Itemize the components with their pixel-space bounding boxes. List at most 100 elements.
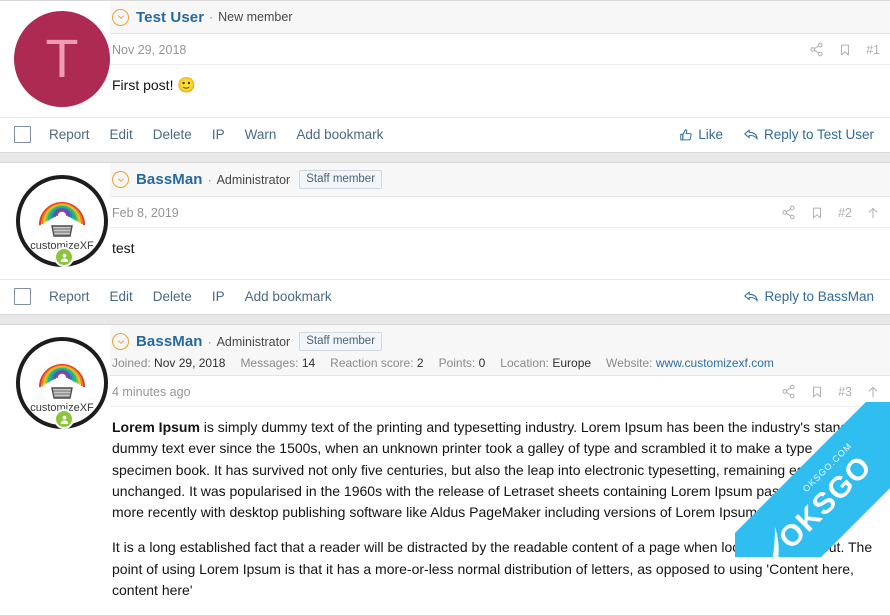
post-number-link[interactable]: #3 <box>838 385 852 399</box>
post-footer-actions: Report Edit Delete IP Warn Add bookmark Like Re… <box>0 117 890 152</box>
author-stat: Messages: 14 <box>240 356 315 370</box>
separator: · <box>207 334 212 349</box>
post-author-name[interactable]: BassMan <box>136 171 203 188</box>
post-action-ip[interactable]: IP <box>212 127 225 142</box>
post-attribution-icons: #1 <box>809 42 880 57</box>
post-action-delete[interactable]: Delete <box>153 289 192 304</box>
post-moderation-actions: Report Edit Delete IP Add bookmark <box>14 288 352 305</box>
post-user-header-row: BassMan · Administrator Staff member <box>112 170 383 189</box>
user-menu-chevron-icon[interactable] <box>112 171 129 188</box>
author-stat-value: 0 <box>478 356 486 370</box>
author-stat: Reaction score: 2 <box>330 356 423 370</box>
staff-member-badge: Staff member <box>299 170 383 189</box>
bookmark-icon[interactable] <box>810 385 824 399</box>
author-stat-label: Reaction score: <box>330 356 414 370</box>
post-text-bold: Lorem Ipsum <box>112 419 200 435</box>
like-button[interactable]: Like <box>679 127 723 142</box>
post-reaction-actions: Like Reply to Test User <box>679 127 874 142</box>
reply-button-label: Reply to Test User <box>763 127 874 142</box>
post-date[interactable]: 4 minutes ago <box>112 385 191 399</box>
post-paragraph: It is a long established fact that a rea… <box>112 537 874 601</box>
post-number-link[interactable]: #1 <box>866 43 880 57</box>
bookmark-icon[interactable] <box>810 206 824 220</box>
post-action-edit[interactable]: Edit <box>110 289 133 304</box>
post-date[interactable]: Nov 29, 2018 <box>112 43 186 57</box>
arrow-up-icon[interactable] <box>866 206 880 220</box>
post-user-cell: T <box>0 1 110 117</box>
reply-button[interactable]: Reply to BassMan <box>743 289 874 304</box>
like-button-label: Like <box>698 127 723 142</box>
chevron-down-icon <box>117 339 124 344</box>
author-stat-value: 2 <box>416 356 424 370</box>
author-stat-label: Points: <box>438 356 476 370</box>
author-stat: Joined: Nov 29, 2018 <box>112 356 225 370</box>
post-action-warn[interactable]: Warn <box>245 127 277 142</box>
author-stat-value: Nov 29, 2018 <box>154 356 226 370</box>
post-user-cell: customizeXF <box>0 163 110 279</box>
post-select-checkbox[interactable] <box>14 126 31 143</box>
bookmark-icon[interactable] <box>838 43 852 57</box>
post-attribution-row: Feb 8, 2019 #2 <box>110 197 890 228</box>
post-body: First post! 🙂 <box>110 65 874 112</box>
post-paragraph: test <box>112 238 874 259</box>
post-user-header-row: Test User · New member <box>112 8 293 26</box>
avatar-letter: T <box>14 11 110 107</box>
post-paragraph: Lorem Ipsum is simply dummy text of the … <box>112 417 874 523</box>
avatar[interactable]: T <box>14 11 110 107</box>
separator: · <box>209 10 214 24</box>
post-action-edit[interactable]: Edit <box>110 127 133 142</box>
online-person-icon <box>60 415 68 424</box>
post-date[interactable]: Feb 8, 2019 <box>112 206 179 220</box>
author-stat: Location: Europe <box>500 356 591 370</box>
share-icon[interactable] <box>781 205 796 220</box>
post-inner: customizeXF BassMan · Administrator Staff me… <box>0 325 890 615</box>
post-user-cell: customizeXF <box>0 325 110 441</box>
thread-post-list: T Test User · New member Nov 29, 2018 #1 First… <box>0 0 890 616</box>
author-stat: Points: 0 <box>439 356 486 370</box>
post-reaction-actions: Reply to BassMan <box>743 289 874 304</box>
post-action-add-bookmark[interactable]: Add bookmark <box>245 289 332 304</box>
post-number-link[interactable]: #2 <box>838 206 852 220</box>
separator: · <box>207 172 212 187</box>
author-website-link[interactable]: www.customizexf.com <box>656 356 774 370</box>
user-menu-chevron-icon[interactable] <box>112 333 129 350</box>
post-body: Lorem Ipsum is simply dummy text of the … <box>110 407 874 615</box>
post-select-checkbox[interactable] <box>14 288 31 305</box>
chevron-down-icon <box>117 15 124 19</box>
share-icon[interactable] <box>809 42 824 57</box>
post-author-title: New member <box>218 10 293 24</box>
post-inner: customizeXF BassMan · Administrator Staff me… <box>0 163 890 279</box>
reply-button[interactable]: Reply to Test User <box>743 127 874 142</box>
post-text: It is a long established fact that a rea… <box>112 539 873 598</box>
post-action-report[interactable]: Report <box>49 289 90 304</box>
post-text: First post! <box>112 77 178 93</box>
post-action-ip[interactable]: IP <box>212 289 225 304</box>
post-action-add-bookmark[interactable]: Add bookmark <box>296 127 383 142</box>
avatar[interactable]: customizeXF <box>14 173 110 269</box>
avatar[interactable]: customizeXF <box>14 335 110 431</box>
post-user-header: BassMan · Administrator Staff member <box>110 163 890 197</box>
post-action-delete[interactable]: Delete <box>153 127 192 142</box>
post-attribution-icons: #2 <box>781 205 880 220</box>
staff-member-badge: Staff member <box>299 332 383 351</box>
post-author-name[interactable]: Test User <box>136 9 204 26</box>
post-body: test <box>110 228 874 273</box>
online-status-indicator <box>54 409 74 429</box>
post-inner: T Test User · New member Nov 29, 2018 #1 First… <box>0 1 890 117</box>
post-content-cell: BassMan · Administrator Staff member Joined:… <box>110 325 890 615</box>
post-author-name[interactable]: BassMan <box>136 333 203 350</box>
arrow-up-icon[interactable] <box>866 385 880 399</box>
author-stat-value: Europe <box>552 356 592 370</box>
reply-arrow-icon[interactable] <box>743 289 759 304</box>
share-icon[interactable] <box>781 384 796 399</box>
thumbs-up-icon[interactable] <box>679 128 693 142</box>
post-attribution-icons: #3 <box>781 384 880 399</box>
reply-arrow-icon[interactable] <box>743 127 759 142</box>
post-message: customizeXF BassMan · Administrator Staff me… <box>0 324 890 616</box>
author-stat-label: Location: <box>500 356 549 370</box>
post-content-cell: BassMan · Administrator Staff member Feb 8, … <box>110 163 890 273</box>
user-menu-chevron-icon[interactable] <box>112 8 129 26</box>
post-action-report[interactable]: Report <box>49 127 90 142</box>
post-message: T Test User · New member Nov 29, 2018 #1 First… <box>0 0 890 153</box>
post-text: test <box>112 240 135 256</box>
